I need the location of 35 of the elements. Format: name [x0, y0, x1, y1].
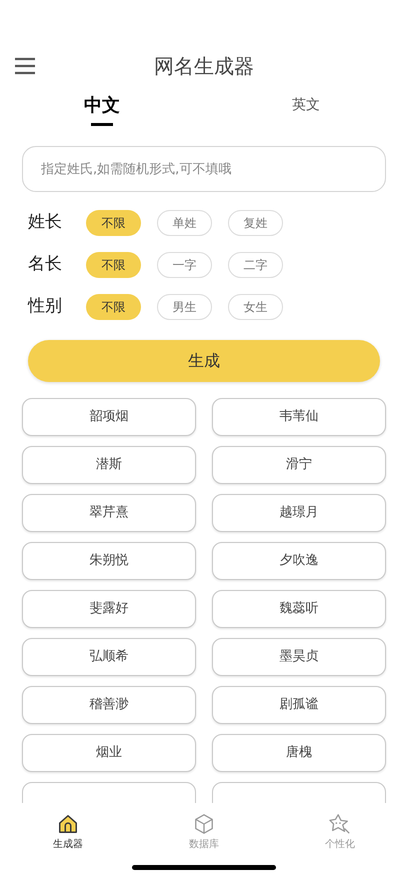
option-label: 名长: [28, 253, 63, 276]
nav-tab[interactable]: 生成器: [0, 813, 136, 852]
option-chip[interactable]: 复姓: [228, 210, 283, 236]
name-card[interactable]: 翠芹熹: [22, 494, 196, 532]
language-tab[interactable]: 英文: [292, 92, 320, 132]
generate-button[interactable]: 生成: [28, 340, 380, 382]
name-card[interactable]: 烟业: [22, 734, 196, 772]
option-chip[interactable]: 不限: [86, 294, 141, 320]
option-chip[interactable]: 不限: [86, 210, 141, 236]
name-card[interactable]: 斐露好: [22, 590, 196, 628]
name-card[interactable]: 潜斯: [22, 446, 196, 484]
option-chip[interactable]: 男生: [157, 294, 212, 320]
name-card[interactable]: 弘顺希: [22, 638, 196, 676]
option-chip[interactable]: 一字: [157, 252, 212, 278]
name-card[interactable]: 魏蕊听: [212, 590, 386, 628]
surname-input-field[interactable]: 指定姓氏,如需随机形式,可不填哦: [22, 146, 386, 192]
name-card[interactable]: 稽善渺: [22, 686, 196, 724]
name-card[interactable]: 滑宁: [212, 446, 386, 484]
option-chip[interactable]: 女生: [228, 294, 283, 320]
name-card[interactable]: 夕吹逸: [212, 542, 386, 580]
app-title: 网名生成器: [154, 53, 254, 80]
option-chip[interactable]: 单姓: [157, 210, 212, 236]
option-chip[interactable]: 不限: [86, 252, 141, 278]
language-tab[interactable]: 中文: [84, 92, 120, 132]
name-card[interactable]: 越璟月: [212, 494, 386, 532]
option-chip[interactable]: 二字: [228, 252, 283, 278]
name-card[interactable]: 唐槐: [212, 734, 386, 772]
name-card[interactable]: 韶项烟: [22, 398, 196, 436]
option-label: 性别: [28, 295, 63, 318]
name-card[interactable]: 朱朔悦: [22, 542, 196, 580]
menu-icon[interactable]: [14, 57, 36, 75]
name-card[interactable]: 墨昊贞: [212, 638, 386, 676]
option-label: 姓长: [28, 211, 63, 234]
name-card[interactable]: 剧孤谧: [212, 686, 386, 724]
name-card[interactable]: 韦苇仙: [212, 398, 386, 436]
